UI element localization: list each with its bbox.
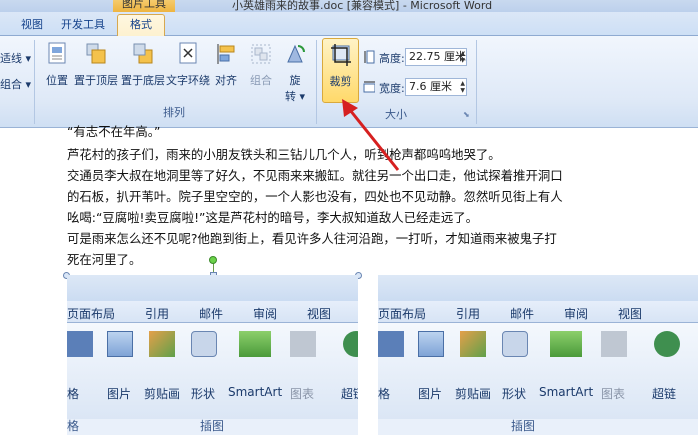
picture-tab: 页面布局 [67, 307, 116, 321]
send-to-back-button[interactable]: 置于底层 [121, 42, 165, 88]
picture-tab: 页面布局 [378, 307, 427, 321]
picture-item: SmartArt [539, 385, 594, 399]
width-label: 宽度: [379, 82, 405, 95]
picture-tab-row: 页面布局 引用 邮件 审阅 视图 [378, 301, 698, 323]
text-wrap-icon [179, 42, 197, 64]
embedded-picture-1[interactable]: 页面布局 引用 邮件 审阅 视图 格 图片 剪贴画 形状 SmartArt 图表… [67, 275, 358, 441]
height-field[interactable]: 22.75 厘米 ▲ ▼ [405, 48, 467, 66]
crop-button[interactable]: 裁剪 [322, 38, 359, 103]
arrange-group-label: 排列 [163, 106, 185, 119]
picture-icon [107, 331, 133, 357]
picture-bottom [378, 435, 698, 441]
rotate-icon [287, 44, 305, 63]
picture-group-label: 插图 [511, 419, 536, 433]
chart-icon [601, 331, 627, 357]
width-icon [363, 81, 375, 93]
height-spinner[interactable]: ▲ ▼ [460, 50, 465, 64]
send-to-back-icon [133, 43, 153, 64]
picture-title-bar [67, 275, 358, 301]
doc-line: 死在河里了。 [67, 252, 142, 267]
picture-group-label-left: 格 [67, 419, 80, 433]
height-label: 高度: [379, 52, 405, 65]
picture-item: 图片 [107, 387, 132, 401]
align-button[interactable]: 对齐 [212, 42, 240, 88]
doc-line: 交通员李大叔在地洞里等了好久，不见雨来来搬缸。就往另一个出口走，他试探着推开洞口 [67, 168, 563, 183]
picture-item: 形状 [502, 387, 527, 401]
size-group-label: 大小 [385, 108, 407, 121]
picture-item: 格 [378, 387, 391, 401]
picture-tab-row: 页面布局 引用 邮件 审阅 视图 [67, 301, 358, 323]
doc-line: 芦花村的孩子们，雨来的小朋友铁头和三钻儿几个人，听到枪声都呜呜地哭了。 [67, 147, 501, 162]
bring-to-front-button[interactable]: 置于顶层 [74, 42, 118, 88]
picture-tab: 引用 [456, 307, 481, 321]
hyperlink-icon [654, 331, 680, 357]
picture-item: SmartArt [228, 385, 283, 399]
clipart-icon [149, 331, 175, 357]
ribbon: 适线 ▾ 组合 ▾ 位置 置于顶层 置于底层 文字环绕 对齐 组合 旋 转 ▾ … [0, 36, 698, 128]
group-button[interactable]: 组合 [247, 42, 275, 88]
shapes-icon [502, 331, 528, 357]
title-bar: 图片工具 小英雄雨来的故事.doc [兼容模式] - Microsoft Wor… [0, 0, 698, 12]
picture-ribbon-body: 格 图片 剪贴画 形状 SmartArt 图表 超链 [378, 323, 698, 419]
width-field[interactable]: 7.6 厘米 ▲ ▼ [405, 78, 467, 96]
group-menu-partial[interactable]: 组合 ▾ [0, 76, 31, 92]
table-icon [378, 331, 404, 357]
picture-item: 图片 [418, 387, 443, 401]
picture-tab: 审阅 [564, 307, 589, 321]
rotate-button[interactable]: 旋 转 ▾ [283, 42, 307, 104]
line-menu-partial[interactable]: 适线 ▾ [0, 50, 31, 66]
group-objects-icon [251, 44, 271, 64]
tab-view[interactable]: 视图 [21, 16, 43, 32]
picture-item: 超链 [652, 387, 677, 401]
picture-tab: 邮件 [510, 307, 535, 321]
smartart-icon [239, 331, 271, 357]
tab-developer[interactable]: 开发工具 [61, 16, 105, 32]
ribbon-tab-row: 视图 开发工具 格式 [0, 12, 698, 37]
picture-item: 图表 [290, 387, 315, 401]
picture-title-bar [378, 275, 698, 301]
text-wrap-button[interactable]: 文字环绕 [166, 42, 210, 88]
smartart-icon [550, 331, 582, 357]
group-separator [476, 40, 477, 124]
picture-item: 图表 [601, 387, 626, 401]
doc-line: 吆喝:“豆腐啦!卖豆腐啦!”这是芦花村的暗号，李大叔知道敌人已经走远了。 [67, 210, 479, 225]
bring-to-front-icon [86, 43, 106, 64]
doc-line: “有志不在年高。” [67, 124, 161, 139]
embedded-picture-2[interactable]: 页面布局 引用 邮件 审阅 视图 格 图片 剪贴画 形状 SmartArt 图表… [378, 275, 698, 441]
height-icon [364, 50, 375, 64]
width-spinner[interactable]: ▲ ▼ [460, 80, 465, 94]
picture-item: 剪贴画 [455, 387, 492, 401]
chart-icon [290, 331, 316, 357]
doc-line: 的石板，扒开苇叶。院子里空空的，一个人影也没有，四处也不见动静。忽然听见街上有人 [67, 189, 563, 204]
picture-item: 剪贴画 [144, 387, 181, 401]
hyperlink-icon [343, 331, 358, 357]
tab-format[interactable]: 格式 [117, 14, 165, 37]
window-title: 小英雄雨来的故事.doc [兼容模式] - Microsoft Word [232, 0, 493, 12]
picture-tab: 视图 [618, 307, 643, 321]
picture-tab: 视图 [307, 307, 332, 321]
clipart-icon [460, 331, 486, 357]
picture-tab: 引用 [145, 307, 170, 321]
shapes-icon [191, 331, 217, 357]
picture-item: 形状 [191, 387, 216, 401]
picture-item: 超链 [341, 387, 358, 401]
picture-bottom [67, 435, 358, 441]
rotation-handle[interactable] [209, 256, 217, 264]
picture-group-label: 插图 [200, 419, 225, 433]
picture-ribbon-body: 格 图片 剪贴画 形状 SmartArt 图表 超链 [67, 323, 358, 419]
picture-icon [418, 331, 444, 357]
size-dialog-launcher-icon[interactable]: ⬊ [463, 110, 470, 119]
position-icon [48, 42, 66, 64]
picture-tools-context-label: 图片工具 [113, 0, 175, 12]
doc-line: 可是雨来怎么还不见呢?他跑到街上，看见许多人往河沿跑，一打听，才知道雨来被鬼子打 [67, 231, 557, 246]
table-icon [67, 331, 93, 357]
align-icon [217, 44, 235, 64]
picture-item: 格 [67, 387, 80, 401]
picture-tab: 邮件 [199, 307, 224, 321]
picture-tab: 审阅 [253, 307, 278, 321]
position-button[interactable]: 位置 [43, 42, 71, 88]
crop-icon [330, 44, 351, 66]
